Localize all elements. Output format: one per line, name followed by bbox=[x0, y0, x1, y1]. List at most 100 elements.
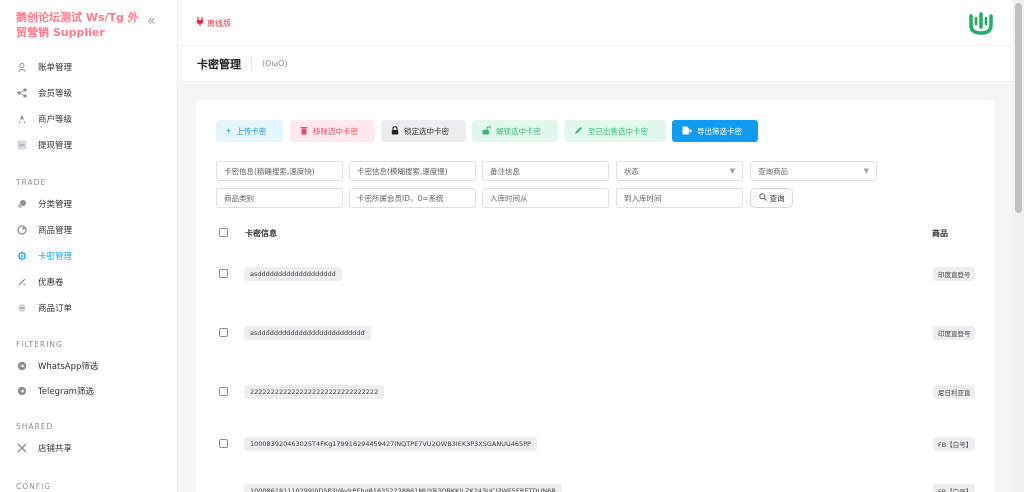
placeholder: 卡密信息(模糊搜索,速度慢) bbox=[357, 166, 448, 176]
sidebar-item-orders[interactable]: 商品订单 bbox=[0, 299, 177, 317]
column-header-goods: 商品 bbox=[932, 229, 948, 238]
content-card bbox=[196, 100, 994, 492]
gear-icon bbox=[16, 251, 27, 262]
sidebar-item-card-keys[interactable]: 卡密管理 bbox=[0, 247, 177, 265]
goods-value: 印度直登号 bbox=[933, 267, 975, 281]
goods-value: FB【白号】 bbox=[933, 484, 975, 492]
sidebar-item-label: Telegram筛选 bbox=[38, 387, 94, 397]
sidebar-item-label: 提现管理 bbox=[38, 141, 73, 151]
page-scrollbar[interactable] bbox=[1013, 0, 1024, 492]
row-checkbox[interactable] bbox=[219, 387, 228, 396]
row-checkbox[interactable] bbox=[219, 328, 228, 337]
button-label: 移除选中卡密 bbox=[313, 126, 358, 136]
time-from-input[interactable]: 入库时间从 bbox=[482, 188, 609, 208]
unlock-selected-button[interactable]: 解锁选中卡密 bbox=[472, 120, 558, 142]
section-title-shared: SHARED bbox=[16, 422, 54, 431]
search-button[interactable]: 查询 bbox=[750, 188, 793, 208]
trash-icon bbox=[300, 126, 308, 137]
sidebar-item-merchant-level[interactable]: 商户等级 bbox=[0, 110, 177, 128]
placeholder: 到入库时间 bbox=[624, 193, 662, 203]
page-title: 卡密管理 bbox=[197, 58, 241, 71]
file-export-icon bbox=[682, 126, 693, 137]
category-input[interactable]: 商品类别 bbox=[216, 188, 343, 208]
sidebar-item-coupon[interactable]: 优惠卷 bbox=[0, 273, 177, 291]
category-icon bbox=[16, 199, 27, 210]
sidebar-item-label: 会员等级 bbox=[38, 89, 73, 99]
remark-input[interactable]: 备注信息 bbox=[482, 161, 609, 181]
button-label: 锁定选中卡密 bbox=[404, 126, 449, 136]
section-title-filtering: FILTERING bbox=[16, 340, 63, 349]
sidebar-item-label: 账单管理 bbox=[38, 63, 73, 73]
placeholder: 商品类别 bbox=[224, 193, 254, 203]
page-header: 卡密管理 (OωO) bbox=[178, 46, 1013, 82]
sidebar-item-label: 分类管理 bbox=[38, 200, 73, 210]
time-to-input[interactable]: 到入库时间 bbox=[616, 188, 743, 208]
brand-name: 鹅创论坛测试 Ws/Tg 外贸营销 Supplier bbox=[16, 11, 139, 39]
card-exact-search-input[interactable]: 卡密信息(精确搜索,速度快) bbox=[216, 161, 343, 181]
share-nodes-icon bbox=[16, 88, 27, 99]
sidebar-item-label: 卡密管理 bbox=[38, 252, 73, 262]
user-bill-icon bbox=[16, 62, 27, 73]
sidebar-item-withdraw[interactable]: 提现管理 bbox=[0, 136, 177, 154]
section-title-config: CONFIG bbox=[16, 482, 52, 491]
scrollbar-thumb[interactable] bbox=[1015, 3, 1022, 213]
pen-icon bbox=[574, 126, 583, 137]
sidebar-item-bills[interactable]: 账单管理 bbox=[0, 58, 177, 76]
section-title-trade: TRADE bbox=[16, 178, 47, 187]
card-fuzzy-search-input[interactable]: 卡密信息(模糊搜索,速度慢) bbox=[349, 161, 476, 181]
arrow-circle-icon bbox=[16, 361, 27, 372]
row-checkbox[interactable] bbox=[219, 439, 228, 448]
sidebar-item-goods[interactable]: 商品管理 bbox=[0, 221, 177, 239]
app-logo[interactable] bbox=[967, 10, 995, 36]
card-key-value: 2222222222222222222222222222222 bbox=[244, 385, 385, 399]
chevron-down-icon: ▼ bbox=[729, 167, 735, 175]
chevron-down-icon: ▼ bbox=[863, 167, 869, 175]
status-select[interactable]: 状态 ▼ bbox=[616, 161, 743, 181]
sidebar-item-label: 商品订单 bbox=[38, 304, 73, 314]
member-id-input[interactable]: 卡密所属会员ID，0=系统 bbox=[349, 188, 476, 208]
placeholder: 查询商品 bbox=[758, 166, 788, 176]
column-header-card: 卡密信息 bbox=[245, 229, 277, 238]
card-key-value: 100086181110299|0D5P3V6ylrPEhg8183522388… bbox=[244, 484, 562, 492]
mark-sold-button[interactable]: 至已出售选中卡密 bbox=[564, 120, 666, 142]
search-icon bbox=[758, 193, 767, 203]
lock-icon bbox=[391, 125, 399, 137]
row-checkbox[interactable] bbox=[219, 269, 228, 278]
coupon-icon bbox=[16, 277, 27, 288]
unlock-icon bbox=[482, 125, 492, 137]
minus-box-icon bbox=[16, 140, 27, 151]
sidebar-item-whatsapp-filter[interactable]: WhatsApp筛选 bbox=[0, 357, 177, 375]
sidebar-item-member-level[interactable]: 会员等级 bbox=[0, 84, 177, 102]
top-bar: 离线版 bbox=[178, 0, 1013, 46]
sidebar-item-category[interactable]: 分类管理 bbox=[0, 195, 177, 213]
button-label: 查询 bbox=[769, 193, 785, 203]
collapse-sidebar-icon[interactable]: « bbox=[147, 14, 156, 28]
order-icon bbox=[16, 303, 27, 314]
page-emote: (OωO) bbox=[262, 59, 288, 68]
goods-icon bbox=[16, 225, 27, 236]
plus-icon: + bbox=[226, 126, 232, 136]
sidebar-item-label: 店铺共享 bbox=[38, 444, 73, 454]
goods-value: FB【白号】 bbox=[933, 437, 975, 451]
sidebar-item-telegram-filter[interactable]: Telegram筛选 bbox=[0, 382, 177, 400]
export-filtered-button[interactable]: 导出筛选卡密 bbox=[672, 120, 758, 142]
upload-cards-button[interactable]: + 上传卡密 bbox=[216, 120, 283, 142]
goods-value: 印度直登号 bbox=[933, 326, 975, 340]
placeholder: 卡密所属会员ID，0=系统 bbox=[357, 193, 444, 203]
plug-icon bbox=[196, 17, 204, 29]
tools-icon bbox=[16, 443, 27, 454]
goods-select[interactable]: 查询商品 ▼ bbox=[750, 161, 877, 181]
sidebar-item-shop-share[interactable]: 店铺共享 bbox=[0, 439, 177, 457]
card-key-value: asdddddddddddddddddddddddddd bbox=[244, 326, 371, 340]
arrow-circle-icon bbox=[16, 386, 27, 397]
select-all-checkbox[interactable] bbox=[219, 228, 228, 237]
offline-badge: 离线版 bbox=[196, 17, 231, 29]
placeholder: 卡密信息(精确搜索,速度快) bbox=[224, 166, 315, 176]
sidebar: 鹅创论坛测试 Ws/Tg 外贸营销 Supplier « 账单管理 会员等级 商… bbox=[0, 0, 178, 492]
remove-selected-button[interactable]: 移除选中卡密 bbox=[290, 120, 375, 142]
card-key-value: 100083920463025T4FKg179916294459427INQTP… bbox=[244, 437, 537, 451]
button-label: 解锁选中卡密 bbox=[496, 126, 541, 136]
placeholder: 备注信息 bbox=[490, 166, 520, 176]
placeholder: 状态 bbox=[624, 166, 639, 176]
lock-selected-button[interactable]: 锁定选中卡密 bbox=[381, 120, 466, 142]
